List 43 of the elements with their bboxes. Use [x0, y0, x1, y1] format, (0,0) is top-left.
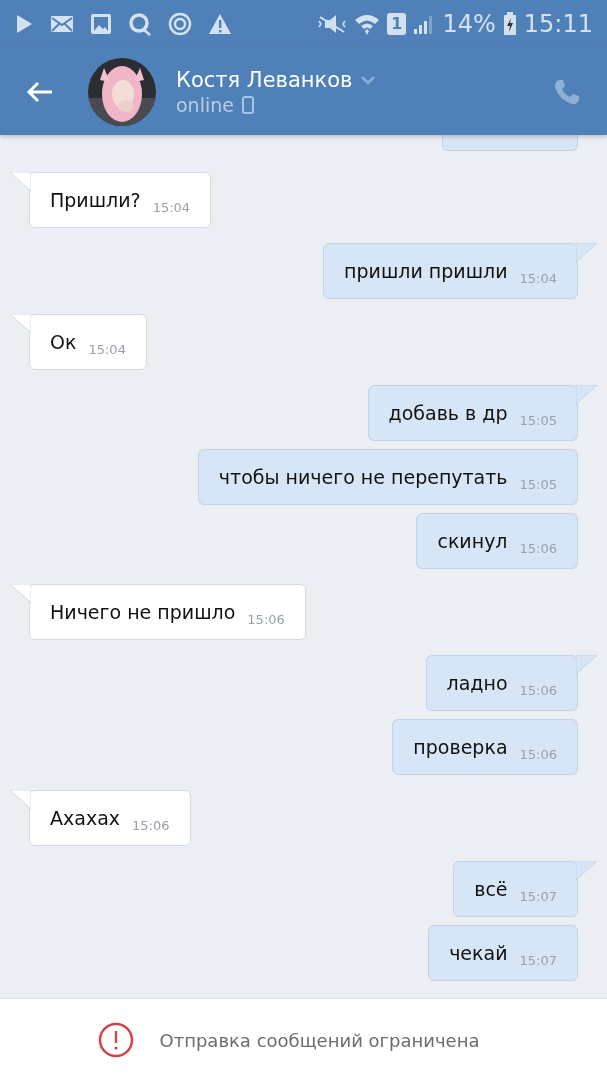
message-text: проверка — [413, 736, 508, 758]
wifi-icon — [354, 12, 381, 36]
message-text: Ок — [50, 331, 77, 353]
battery-charging-icon — [502, 12, 517, 36]
battery-percent: 14% — [442, 10, 496, 38]
mute-icon — [317, 13, 348, 35]
message-text: добавь в др — [388, 402, 508, 424]
message-time: 15:04 — [152, 199, 191, 215]
message-text: Ничего не пришло — [50, 601, 236, 623]
play-icon — [14, 13, 34, 35]
sim-card-indicator: 1 — [387, 13, 407, 35]
message-time: 15:04 — [88, 341, 126, 357]
chevron-down-icon — [360, 74, 377, 85]
message-time: 15:05 — [519, 412, 557, 428]
message-time: 15:06 — [247, 611, 285, 627]
clock: 15:11 — [523, 10, 593, 38]
warning-icon — [208, 13, 232, 35]
message-time: 15:07 — [519, 952, 557, 968]
message-time: 15:04 — [519, 270, 557, 286]
message-text: Ахахах — [50, 807, 121, 829]
message-time: 15:07 — [519, 888, 557, 904]
message-text: Пришли? — [50, 189, 141, 211]
message-text: всё — [474, 878, 508, 900]
online-status: online — [176, 93, 234, 116]
target-icon — [168, 12, 192, 36]
message-time: 15:06 — [519, 540, 557, 556]
message-time: 15:06 — [519, 682, 557, 698]
alert-icon — [97, 1022, 134, 1058]
message-text: чекай — [449, 942, 508, 964]
restriction-notice: Отправка сообщений ограничена — [159, 1029, 480, 1051]
mobile-phone-icon — [241, 95, 254, 114]
message-time: 15:05 — [519, 476, 557, 492]
message-text: чтобы ничего не перепутать — [218, 466, 508, 488]
mail-icon — [50, 14, 74, 34]
message-text: ладно — [446, 672, 508, 694]
phone-icon — [553, 77, 581, 106]
message-time: 15:06 — [519, 746, 557, 762]
message-text: пришли пришли — [344, 260, 508, 282]
image-icon — [90, 13, 112, 35]
contact-name: Костя Леванков — [176, 67, 353, 92]
message-time: 15:06 — [132, 817, 170, 833]
back-arrow-icon — [26, 79, 54, 104]
message-text: скинул — [437, 530, 508, 552]
